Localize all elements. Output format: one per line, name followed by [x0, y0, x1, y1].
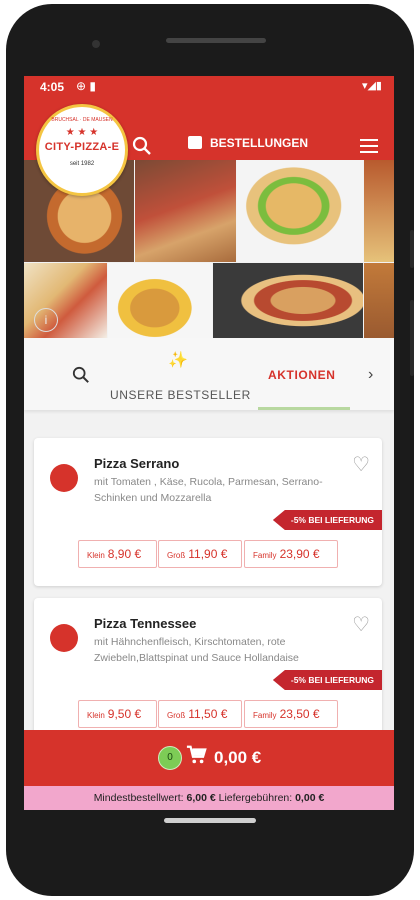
volume-button [410, 230, 414, 268]
product-name: Pizza Tennessee [94, 616, 197, 631]
search-icon [72, 366, 89, 383]
discount-badge: -5% BEI LIEFERUNG [272, 670, 382, 690]
active-tab-indicator [258, 407, 350, 410]
status-system-icons: ▾◢▮ [361, 80, 382, 92]
info-icon[interactable]: i [34, 308, 58, 332]
tab-aktionen[interactable]: AKTIONEN [268, 368, 335, 382]
status-bar: 4:05 ⊕ ▮ ▾◢▮ [24, 76, 394, 98]
home-indicator[interactable] [164, 818, 256, 823]
burger-edge-photo [364, 263, 394, 338]
shopping-bag-icon [188, 136, 202, 149]
product-description: mit Hähnchenfleisch, Kirschtomaten, rote… [94, 636, 299, 664]
logo-brand: CITY-PIZZA-E [44, 141, 120, 153]
search-icon[interactable] [132, 136, 152, 161]
price-option-small[interactable]: Klein 8,90 € [78, 540, 157, 568]
pizza-edge-photo [364, 160, 394, 262]
orders-label: BESTELLUNGEN [210, 136, 309, 150]
min-order-value: 6,00 € [186, 792, 216, 804]
discount-badge: -5% BEI LIEFERUNG [272, 510, 382, 530]
price-option-family[interactable]: Family 23,50 € [244, 700, 338, 728]
price-option-large[interactable]: Groß 11,90 € [158, 540, 242, 568]
tab-search[interactable] [72, 366, 90, 389]
logo-top-text: BRUCHSAL · DE MAUSEN [51, 117, 113, 123]
delivery-fee-value: 0,00 € [295, 792, 325, 804]
status-time: 4:05 [40, 80, 65, 94]
min-order-label: Mindestbestellwert: [93, 792, 184, 804]
logo-stars: ★ ★ ★ [65, 127, 99, 138]
logo-since: seit 1982 [69, 161, 95, 167]
price-option-large[interactable]: Groß 11,50 € [158, 700, 242, 728]
restaurant-logo[interactable]: BRUCHSAL · DE MAUSEN ★ ★ ★ CITY-PIZZA-E … [36, 104, 128, 196]
tab-bestseller[interactable]: UNSERE BESTSELLER [110, 388, 251, 402]
order-info-bar: Mindestbestellwert: 6,00 € Liefergebühre… [24, 786, 394, 810]
cart-icon [186, 744, 208, 772]
cart-bar[interactable]: 0 0,00 € [24, 730, 394, 786]
product-name: Pizza Serrano [94, 456, 180, 471]
speaker-grille [166, 38, 266, 43]
cart-total: 0,00 € [214, 748, 262, 767]
front-camera [92, 40, 100, 48]
product-image-placeholder [50, 624, 78, 652]
price-option-small[interactable]: Klein 9,50 € [78, 700, 157, 728]
heart-icon[interactable]: ♡ [352, 612, 370, 637]
sparkle-icon: ✨ [168, 352, 188, 369]
product-description: mit Tomaten , Käse, Rucola, Parmesan, Se… [94, 476, 323, 504]
sandwich-photo [237, 160, 363, 262]
heart-icon[interactable]: ♡ [352, 452, 370, 477]
lasagna-photo [135, 160, 236, 262]
cart-count-badge: 0 [158, 746, 182, 770]
delivery-fee-label: Liefergebühren: [218, 792, 293, 804]
status-notification-icons: ⊕ ▮ [76, 79, 96, 93]
power-button [410, 300, 414, 376]
flatbread-pizza-photo [213, 263, 363, 338]
menu-icon[interactable] [360, 139, 378, 157]
product-image-placeholder [50, 464, 78, 492]
orders-button[interactable]: BESTELLUNGEN [188, 136, 308, 150]
product-card[interactable]: Pizza Serrano mit Tomaten , Käse, Rucola… [34, 438, 382, 586]
schnitzel-photo [108, 263, 212, 338]
chevron-right-icon[interactable]: › [368, 366, 373, 384]
category-tabs: ✨ UNSERE BESTSELLER AKTIONEN › [24, 338, 394, 410]
app-screen: 4:05 ⊕ ▮ ▾◢▮ BESTELLUNGEN BRUCHSAL · DE … [24, 76, 394, 810]
product-card[interactable]: Pizza Tennessee mit Hähnchenfleisch, Kir… [34, 598, 382, 746]
price-option-family[interactable]: Family 23,90 € [244, 540, 338, 568]
